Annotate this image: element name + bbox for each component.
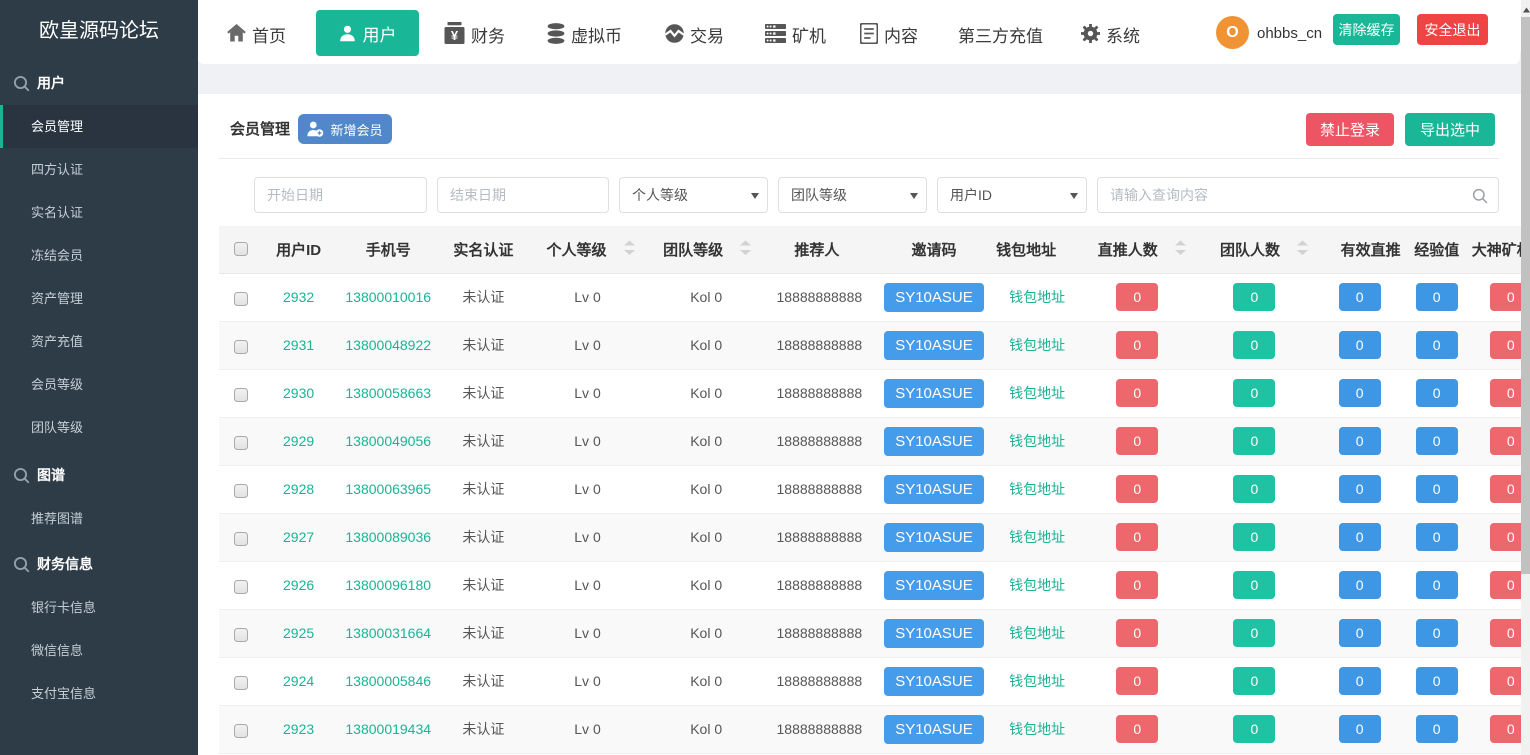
svg-text:¥: ¥ — [451, 28, 459, 43]
